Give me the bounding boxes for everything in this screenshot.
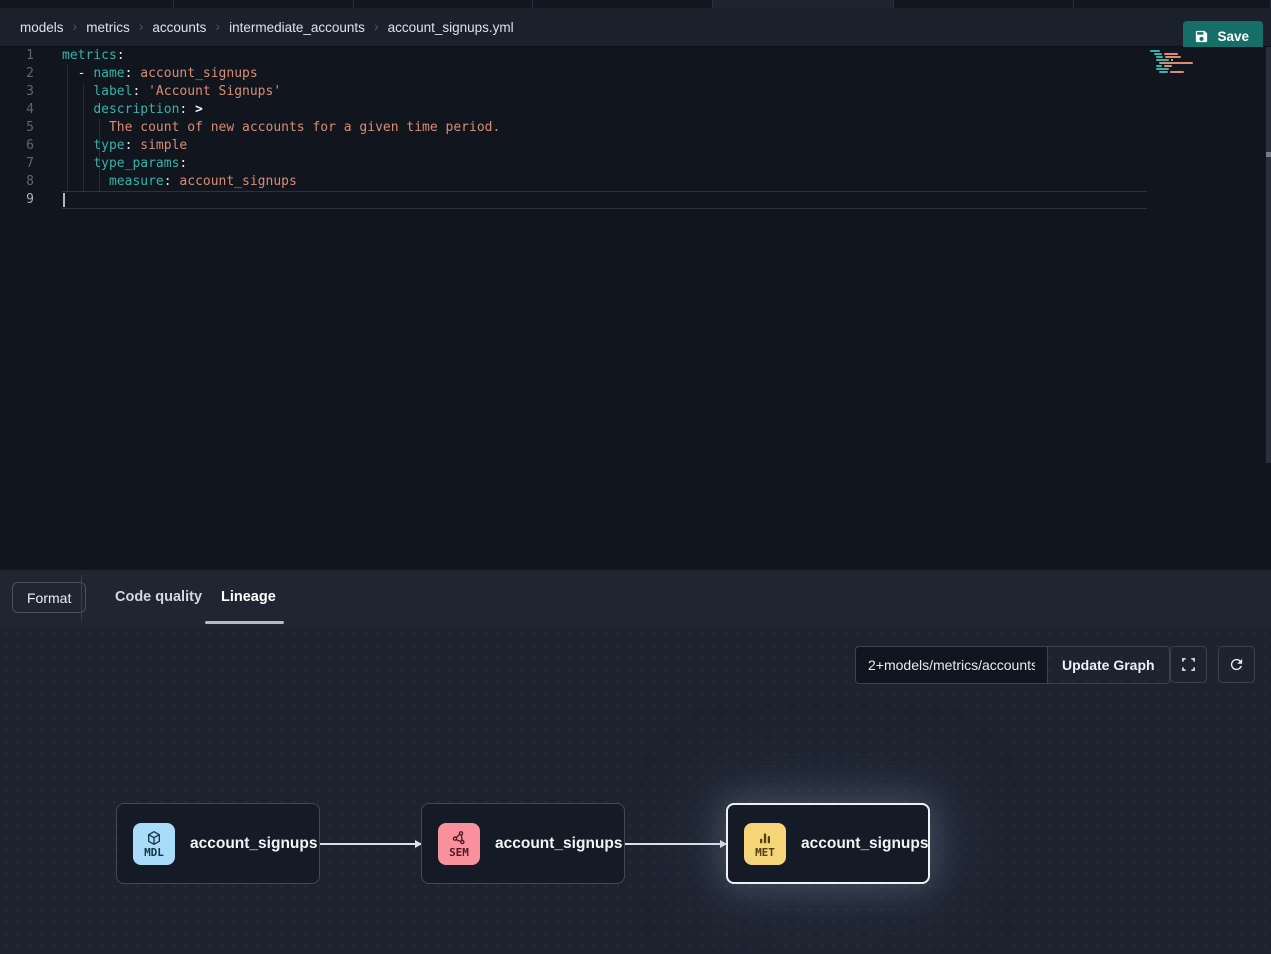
code-line[interactable]: 7 type_params: (0, 155, 1271, 173)
line-number: 6 (0, 137, 34, 155)
code-line[interactable]: 3 label: 'Account Signups' (0, 83, 1271, 101)
code-text: The count of new accounts for a given ti… (62, 119, 500, 137)
line-number: 5 (0, 119, 34, 137)
chevron-right-icon: › (374, 18, 379, 34)
line-number: 1 (0, 47, 34, 65)
editor-tab[interactable] (894, 0, 1074, 8)
badge-label: MDL (144, 847, 164, 858)
lineage-node-metric[interactable]: MET account_signups (726, 803, 930, 884)
code-text: measure: account_signups (62, 173, 297, 191)
selector-group: Update Graph (855, 646, 1170, 684)
badge-label: SEM (449, 847, 469, 858)
bottom-panel: Format Code quality Lineage Update Graph (0, 570, 1271, 954)
update-graph-button[interactable]: Update Graph (1047, 646, 1170, 684)
fullscreen-icon (1180, 656, 1197, 673)
line-number: 2 (0, 65, 34, 83)
semantic-badge: SEM (438, 823, 480, 865)
line-number: 7 (0, 155, 34, 173)
format-button[interactable]: Format (12, 582, 86, 613)
breadcrumb-item[interactable]: account_signups.yml (388, 20, 514, 35)
node-label: account_signups (801, 835, 928, 853)
ide-window: models › metrics › accounts › intermediate_acc… (0, 0, 1271, 954)
code-text: type_params: (62, 155, 187, 173)
code-text: label: 'Account Signups' (62, 83, 281, 101)
code-text: description: > (62, 101, 203, 119)
code-lines[interactable]: 1metrics:2 - name: account_signups3 labe… (0, 47, 1271, 209)
node-label: account_signups (190, 835, 317, 853)
line-number: 9 (0, 191, 34, 209)
cube-icon (146, 830, 162, 846)
breadcrumb-item[interactable]: intermediate_accounts (229, 20, 365, 35)
lineage-node-model[interactable]: MDL account_signups (116, 803, 320, 884)
model-badge: MDL (133, 823, 175, 865)
code-line[interactable]: 9 (0, 191, 1271, 209)
code-line[interactable]: 1 metrics: (0, 47, 1271, 65)
tab-code-quality[interactable]: Code quality (115, 589, 202, 605)
chevron-right-icon: › (215, 18, 220, 34)
editor-tab[interactable] (354, 0, 533, 8)
bar-chart-icon (757, 830, 773, 846)
code-line[interactable]: 2 - name: account_signups (0, 65, 1271, 83)
active-tab-underline (205, 621, 284, 624)
code-text: metrics: (62, 47, 125, 65)
editor-tab[interactable] (0, 0, 174, 8)
code-text: - name: account_signups (62, 65, 258, 83)
chevron-right-icon: › (73, 18, 78, 34)
panel-divider (81, 575, 82, 621)
breadcrumb-item[interactable]: models (20, 20, 64, 35)
lineage-canvas[interactable]: Update Graph (0, 628, 1271, 954)
node-label: account_signups (495, 835, 622, 853)
code-line[interactable]: 4 description: > (0, 101, 1271, 119)
breadcrumb: models › metrics › accounts › intermediate_acc… (0, 19, 514, 35)
lineage-edge (625, 843, 726, 845)
code-text: type: simple (62, 137, 187, 155)
lineage-node-semantic-model[interactable]: SEM account_signups (421, 803, 625, 884)
line-number: 4 (0, 101, 34, 119)
network-icon (451, 830, 467, 846)
editor-tab[interactable] (713, 0, 894, 8)
line-number: 8 (0, 173, 34, 191)
breadcrumb-bar: models › metrics › accounts › intermediate_acc… (0, 8, 1271, 47)
editor-tab[interactable] (174, 0, 354, 8)
breadcrumb-item[interactable]: accounts (152, 20, 206, 35)
line-number: 3 (0, 83, 34, 101)
save-icon (1194, 29, 1209, 44)
code-line[interactable]: 8 measure: account_signups (0, 173, 1271, 191)
code-line[interactable]: 6 type: simple (0, 137, 1271, 155)
editor-tab[interactable] (1074, 0, 1271, 8)
save-button-label: Save (1217, 29, 1249, 44)
tab-lineage[interactable]: Lineage (221, 589, 276, 605)
code-editor[interactable]: 1metrics:2 - name: account_signups3 labe… (0, 47, 1271, 570)
code-line[interactable]: 5 The count of new accounts for a given … (0, 119, 1271, 137)
metric-badge: MET (744, 823, 786, 865)
lineage-selector-input[interactable] (855, 646, 1047, 684)
editor-tab[interactable] (533, 0, 713, 8)
refresh-icon (1228, 656, 1245, 673)
refresh-button[interactable] (1218, 646, 1255, 683)
fullscreen-button[interactable] (1170, 646, 1207, 683)
editor-tab-strip (0, 0, 1271, 8)
breadcrumb-item[interactable]: metrics (86, 20, 130, 35)
chevron-right-icon: › (139, 18, 144, 34)
lineage-edge (320, 843, 421, 845)
badge-label: MET (755, 847, 775, 858)
